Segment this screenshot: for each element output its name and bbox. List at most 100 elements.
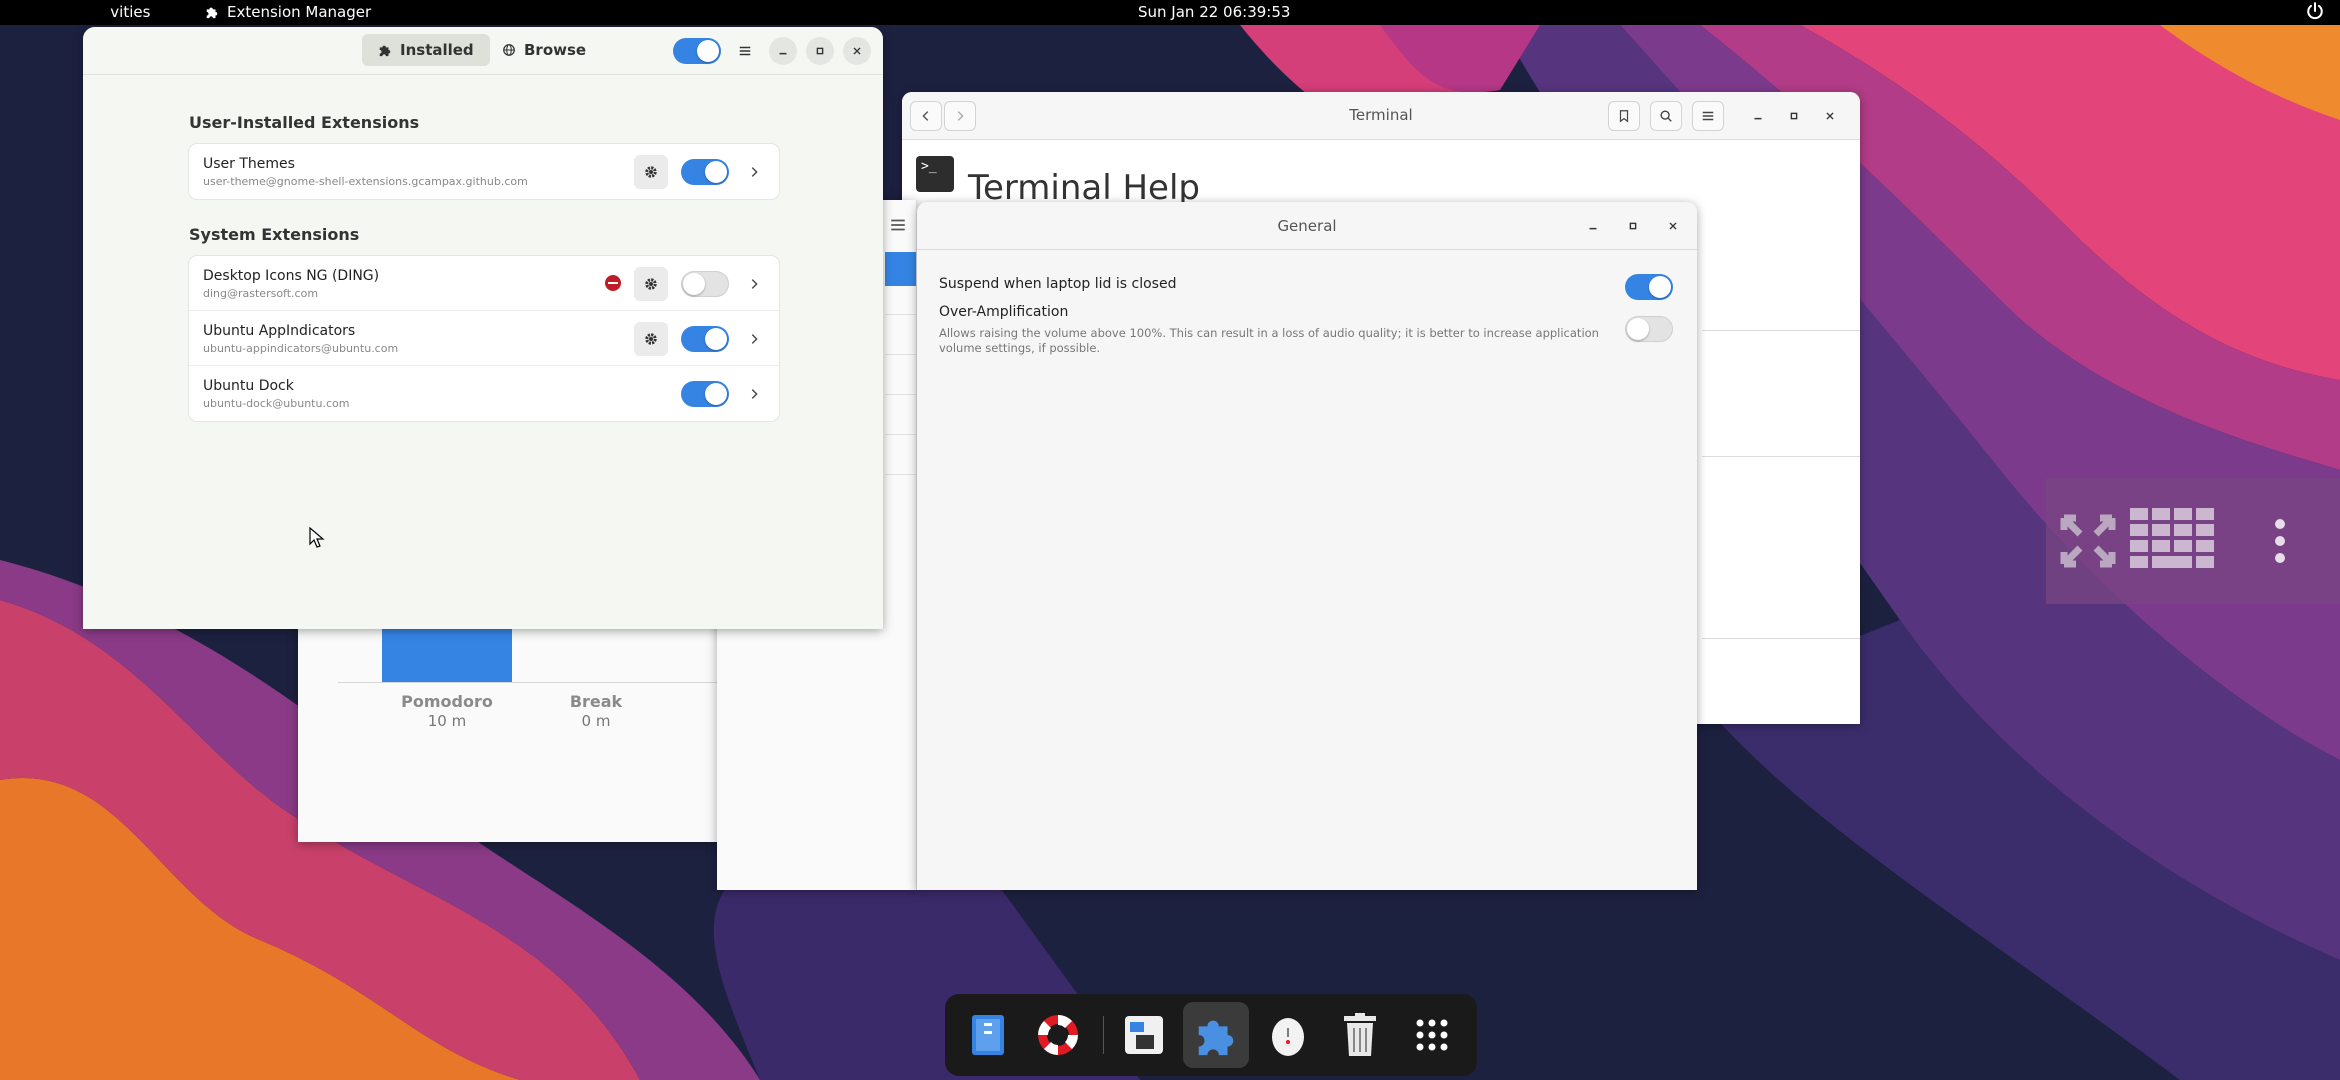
extension-row-appindicators[interactable]: Ubuntu AppIndicators ubuntu-appindicator…	[189, 311, 779, 366]
hamburger-icon	[1702, 111, 1714, 121]
bookmark-icon	[1619, 110, 1629, 123]
extension-row-ding[interactable]: Desktop Icons NG (DING) ding@rastersoft.…	[189, 256, 779, 311]
extension-uuid: ubuntu-dock@ubuntu.com	[203, 397, 350, 410]
chevron-right-icon[interactable]	[747, 387, 761, 401]
toggle-knob	[705, 161, 727, 183]
files-icon	[972, 1015, 1004, 1055]
settings-button[interactable]	[634, 155, 668, 189]
settings-button[interactable]	[634, 267, 668, 301]
dock-files[interactable]	[955, 1002, 1021, 1068]
category-value: 10 m	[427, 712, 467, 730]
terminal-settings-icon	[1125, 1016, 1163, 1054]
category-label: Break	[569, 692, 623, 711]
side-panel-overlay	[2046, 478, 2340, 604]
app-menu[interactable]: Extension Manager	[205, 3, 371, 21]
power-icon[interactable]	[2306, 2, 2324, 20]
chevron-right-icon[interactable]	[747, 165, 761, 179]
extension-toggle[interactable]	[681, 159, 729, 185]
help-headerbar: Terminal	[902, 92, 1860, 140]
tab-browse[interactable]: Browse	[486, 34, 602, 66]
close-icon	[853, 47, 861, 55]
dock-egg-timer[interactable]	[1255, 1002, 1321, 1068]
terminal-icon: >_	[916, 156, 954, 192]
minimize-button[interactable]	[1579, 212, 1607, 240]
general-settings-window: General Suspend when laptop lid is close…	[917, 202, 1697, 890]
minimize-button[interactable]	[1744, 102, 1772, 130]
general-headerbar: General	[917, 202, 1697, 250]
menu-button[interactable]	[731, 37, 759, 65]
extmgr-headerbar: Installed Browse	[83, 27, 883, 75]
maximize-button[interactable]	[1619, 212, 1647, 240]
hamburger-icon	[739, 46, 751, 56]
search-icon	[1660, 110, 1672, 122]
over-amplification-label: Over-Amplification	[939, 304, 1069, 320]
extension-toggle[interactable]	[681, 381, 729, 407]
dock-trash[interactable]	[1327, 1002, 1393, 1068]
bookmark-button[interactable]	[1608, 101, 1640, 131]
minimize-button[interactable]	[769, 37, 797, 65]
close-button[interactable]	[1659, 212, 1687, 240]
user-extensions-list: User Themes user-theme@gnome-shell-exten…	[189, 144, 779, 199]
divider	[885, 314, 916, 315]
toggle-knob	[1649, 276, 1671, 298]
dock-help[interactable]	[1025, 1002, 1091, 1068]
error-icon	[605, 275, 621, 291]
category-value: 0 m	[581, 712, 611, 730]
minimize-icon	[779, 52, 787, 55]
close-button[interactable]	[843, 37, 871, 65]
system-extensions-list: Desktop Icons NG (DING) ding@rastersoft.…	[189, 256, 779, 421]
gear-icon	[645, 166, 657, 178]
over-amplification-description: Allows raising the volume above 100%. Th…	[939, 326, 1599, 355]
tab-installed-label: Installed	[400, 41, 474, 59]
suspend-label: Suspend when laptop lid is closed	[939, 276, 1177, 292]
help-icon	[1038, 1015, 1078, 1055]
toggle-knob	[1627, 318, 1649, 340]
dock-settings-app[interactable]	[1111, 1002, 1177, 1068]
extension-manager-window: Installed Browse User-Installed Extensio…	[83, 27, 883, 629]
settings-button[interactable]	[634, 322, 668, 356]
maximize-button[interactable]	[806, 37, 834, 65]
fullscreen-icon[interactable]	[2060, 514, 2116, 568]
divider	[1702, 456, 1860, 457]
chart-axis	[338, 682, 718, 683]
clock[interactable]: Sun Jan 22 06:39:53	[1138, 3, 1290, 21]
more-options-icon[interactable]	[2272, 518, 2288, 564]
extension-toggle[interactable]	[681, 326, 729, 352]
puzzle-icon	[206, 7, 218, 19]
extension-name: Ubuntu AppIndicators	[203, 323, 356, 339]
maximize-icon	[1629, 222, 1637, 230]
tab-installed[interactable]: Installed	[362, 34, 490, 66]
extension-row-ubuntu-dock[interactable]: Ubuntu Dock ubuntu-dock@ubuntu.com	[189, 366, 779, 421]
globe-icon	[503, 44, 515, 56]
toggle-knob	[705, 383, 727, 405]
toggle-knob	[697, 40, 719, 62]
user-installed-heading: User-Installed Extensions	[189, 113, 420, 132]
puzzle-icon	[379, 45, 391, 57]
chevron-right-icon[interactable]	[747, 332, 761, 346]
extension-row-user-themes[interactable]: User Themes user-theme@gnome-shell-exten…	[189, 144, 779, 199]
global-extensions-toggle[interactable]	[673, 38, 721, 64]
dock-app-grid[interactable]	[1399, 1002, 1465, 1068]
keypad-grid-icon[interactable]	[2130, 508, 2214, 570]
activities-button[interactable]: Activities	[110, 3, 150, 21]
menu-button[interactable]	[1692, 101, 1724, 131]
sidebar-menu-icon[interactable]	[887, 216, 909, 234]
close-icon	[1826, 112, 1834, 120]
over-amplification-toggle[interactable]	[1625, 316, 1673, 342]
extension-uuid: ubuntu-appindicators@ubuntu.com	[203, 342, 399, 355]
search-button[interactable]	[1650, 101, 1682, 131]
dock	[945, 994, 1477, 1076]
maximize-button[interactable]	[1780, 102, 1808, 130]
pomodoro-bar	[382, 622, 512, 682]
close-button[interactable]	[1816, 102, 1844, 130]
sidebar-item-selected[interactable]	[885, 252, 916, 286]
extension-uuid: user-theme@gnome-shell-extensions.gcampa…	[203, 175, 528, 188]
chevron-right-icon[interactable]	[747, 277, 761, 291]
dock-extension-manager[interactable]	[1183, 1002, 1249, 1068]
extensions-icon	[1198, 1020, 1234, 1056]
maximize-icon	[1790, 112, 1798, 120]
toggle-knob	[683, 273, 705, 295]
suspend-toggle[interactable]	[1625, 274, 1673, 300]
pomodoro-stats-window: Pomodoro 10 m Break 0 m	[298, 600, 720, 842]
extension-toggle[interactable]	[681, 271, 729, 297]
